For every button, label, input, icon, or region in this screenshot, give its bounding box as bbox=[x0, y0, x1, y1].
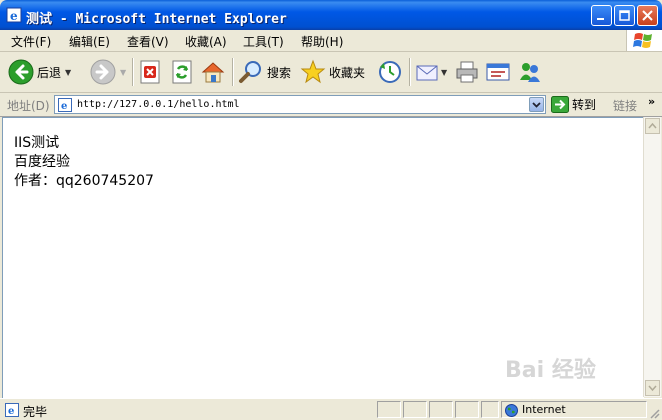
status-bar: e 完毕 Internet bbox=[0, 398, 662, 420]
title-bar[interactable]: e 测试 - Microsoft Internet Explorer bbox=[0, 0, 662, 30]
forward-arrow-icon bbox=[90, 59, 116, 85]
menu-edit[interactable]: 编辑(E) bbox=[69, 33, 110, 50]
toolbar-separator bbox=[409, 58, 411, 86]
vertical-scrollbar[interactable] bbox=[643, 117, 661, 397]
back-label: 后退 bbox=[37, 65, 62, 80]
forward-dropdown-icon[interactable]: ▼ bbox=[120, 68, 126, 77]
history-button[interactable] bbox=[377, 58, 403, 86]
svg-text:e: e bbox=[8, 406, 14, 417]
chevron-up-icon bbox=[648, 122, 657, 129]
favorites-label: 收藏夹 bbox=[329, 65, 366, 80]
resize-grip-icon[interactable] bbox=[648, 407, 660, 419]
messenger-button[interactable] bbox=[517, 58, 543, 86]
menu-tools[interactable]: 工具(T) bbox=[243, 33, 284, 50]
favorites-button[interactable]: 收藏夹 bbox=[300, 58, 365, 86]
minimize-icon bbox=[597, 18, 604, 20]
content-line-3: 作者：qq260745207 bbox=[14, 173, 154, 189]
search-icon bbox=[239, 61, 261, 83]
minimize-button[interactable] bbox=[591, 5, 612, 26]
mail-dropdown-icon[interactable]: ▼ bbox=[441, 68, 447, 77]
chevron-down-icon bbox=[648, 385, 657, 392]
star-icon bbox=[300, 59, 326, 84]
chevron-down-icon bbox=[532, 102, 541, 108]
maximize-button[interactable] bbox=[614, 5, 635, 26]
stop-button[interactable] bbox=[138, 58, 162, 86]
content-line-1: IIS测试 bbox=[14, 135, 60, 151]
ie-window: e 测试 - Microsoft Internet Explorer 文件(F)… bbox=[0, 0, 662, 420]
menu-view[interactable]: 查看(V) bbox=[127, 33, 169, 50]
status-pane bbox=[455, 401, 479, 418]
go-arrow-icon bbox=[551, 96, 569, 113]
globe-icon bbox=[505, 404, 518, 417]
standard-toolbar: 后退 ▼ ▼ 搜索 收藏夹 ▼ bbox=[0, 52, 662, 93]
refresh-button[interactable] bbox=[170, 58, 194, 86]
address-bar: 地址(D) e http://127.0.0.1/hello.html 转到 链… bbox=[0, 93, 662, 117]
back-button[interactable]: 后退 ▼ bbox=[8, 58, 71, 86]
windows-flag-icon bbox=[633, 33, 652, 48]
menu-help[interactable]: 帮助(H) bbox=[301, 33, 343, 50]
search-button[interactable]: 搜索 bbox=[238, 58, 291, 86]
close-icon bbox=[642, 10, 653, 21]
go-label: 转到 bbox=[572, 98, 597, 112]
printer-icon bbox=[456, 61, 478, 83]
search-label: 搜索 bbox=[267, 65, 292, 80]
home-icon bbox=[201, 62, 225, 83]
toolbar-separator bbox=[232, 58, 234, 86]
page-icon: e bbox=[58, 98, 72, 112]
address-url[interactable]: http://127.0.0.1/hello.html bbox=[77, 99, 240, 110]
address-label: 地址(D) bbox=[7, 99, 50, 113]
page-done-icon: e bbox=[5, 403, 19, 417]
zone-text: Internet bbox=[522, 403, 566, 416]
baidu-watermark: Bai 经验 bbox=[505, 358, 596, 383]
svg-text:e: e bbox=[10, 9, 18, 23]
messenger-icon bbox=[520, 63, 540, 82]
maximize-icon bbox=[619, 10, 630, 21]
close-button[interactable] bbox=[637, 5, 658, 26]
chevron-right-icon[interactable]: » bbox=[648, 95, 655, 108]
scroll-up-button[interactable] bbox=[645, 118, 660, 134]
toolbar-separator bbox=[132, 58, 134, 86]
edit-button[interactable] bbox=[485, 58, 511, 86]
edit-icon bbox=[486, 63, 510, 81]
address-dropdown-button[interactable] bbox=[529, 97, 544, 112]
status-pane bbox=[377, 401, 401, 418]
status-pane bbox=[429, 401, 453, 418]
forward-button[interactable]: ▼ bbox=[90, 58, 126, 86]
links-button[interactable]: 链接 bbox=[613, 97, 637, 114]
menu-file[interactable]: 文件(F) bbox=[11, 33, 51, 50]
stop-icon bbox=[140, 60, 160, 84]
history-icon bbox=[379, 61, 401, 83]
menu-bar: 文件(F) 编辑(E) 查看(V) 收藏(A) 工具(T) 帮助(H) bbox=[0, 30, 662, 52]
status-pane bbox=[481, 401, 499, 418]
status-pane bbox=[403, 401, 427, 418]
svg-text:e: e bbox=[61, 101, 67, 112]
back-dropdown-icon[interactable]: ▼ bbox=[65, 68, 71, 77]
windows-logo bbox=[626, 30, 662, 51]
print-button[interactable] bbox=[454, 58, 480, 86]
address-input[interactable]: e http://127.0.0.1/hello.html bbox=[54, 95, 546, 114]
mail-icon bbox=[416, 65, 438, 81]
home-button[interactable] bbox=[200, 58, 226, 86]
scroll-down-button[interactable] bbox=[645, 380, 660, 396]
ie-logo-icon: e bbox=[6, 7, 22, 23]
window-title: 测试 - Microsoft Internet Explorer bbox=[26, 12, 287, 27]
refresh-icon bbox=[172, 60, 192, 84]
menu-favorites[interactable]: 收藏(A) bbox=[185, 33, 227, 50]
content-line-2: 百度经验 bbox=[14, 154, 70, 170]
status-text: 完毕 bbox=[23, 405, 48, 419]
mail-button[interactable]: ▼ bbox=[415, 58, 447, 86]
back-arrow-icon bbox=[8, 59, 34, 85]
go-button[interactable]: 转到 bbox=[551, 95, 596, 114]
